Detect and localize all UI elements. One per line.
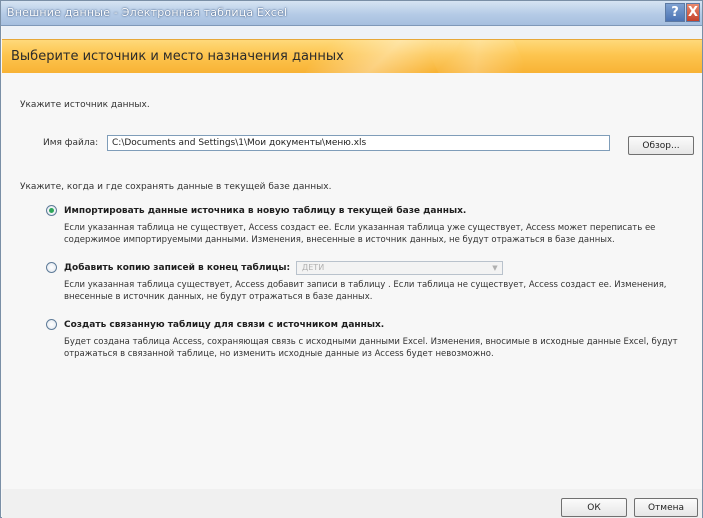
cancel-button[interactable]: Отмена	[634, 498, 698, 517]
option-link-desc-line1: Будет создана таблица Access, сохраняюща…	[64, 337, 678, 347]
dialog-window: Внешние данные - Электронная таблица Exc…	[0, 0, 703, 518]
window-title: Внешние данные - Электронная таблица Exc…	[7, 6, 288, 19]
ok-button[interactable]: ОК	[561, 498, 627, 517]
destination-section-label: Укажите, когда и где сохранять данные в …	[20, 182, 332, 192]
radio-linked-table[interactable]	[46, 319, 57, 330]
header-band: Выберите источник и место назначения дан…	[2, 39, 702, 74]
table-select-value: ДЕТИ	[302, 263, 325, 272]
close-button[interactable]: X	[686, 3, 700, 22]
option-import-desc-line1: Если указанная таблица не существует, Ac…	[64, 223, 656, 233]
file-name-label: Имя файла:	[43, 138, 99, 148]
option-append-desc-line2: внесенные в источник данных, не будут от…	[64, 292, 373, 302]
radio-append-to-table[interactable]	[46, 262, 57, 273]
option-link-label[interactable]: Создать связанную таблицу для связи с ис…	[64, 320, 384, 330]
radio-selected-dot	[49, 208, 54, 213]
file-name-field[interactable]: C:\Documents and Settings\1\Мои документ…	[107, 135, 610, 151]
option-import-desc-line2: содержимое импортируемыми данными. Измен…	[64, 235, 615, 245]
help-button[interactable]: ?	[665, 3, 685, 22]
table-select-combo[interactable]: ДЕТИ ▼	[296, 261, 503, 275]
header-shine	[420, 40, 534, 73]
option-import-label[interactable]: Импортировать данные источника в новую т…	[64, 206, 466, 216]
top-spacer	[2, 26, 702, 39]
option-append-label[interactable]: Добавить копию записей в конец таблицы:	[64, 263, 290, 273]
browse-button[interactable]: Обзор...	[628, 136, 694, 155]
radio-import-new-table[interactable]	[46, 205, 57, 216]
title-bar[interactable]: Внешние данные - Электронная таблица Exc…	[1, 1, 702, 26]
option-append-desc-line1: Если указанная таблица существует, Acces…	[64, 280, 667, 290]
chevron-down-icon[interactable]: ▼	[489, 263, 501, 273]
option-link-desc-line2: отражаться в связанной таблице, но измен…	[64, 349, 494, 359]
page-title: Выберите источник и место назначения дан…	[11, 49, 344, 64]
title-buttons: ? X	[665, 3, 700, 23]
source-section-label: Укажите источник данных.	[20, 100, 150, 110]
